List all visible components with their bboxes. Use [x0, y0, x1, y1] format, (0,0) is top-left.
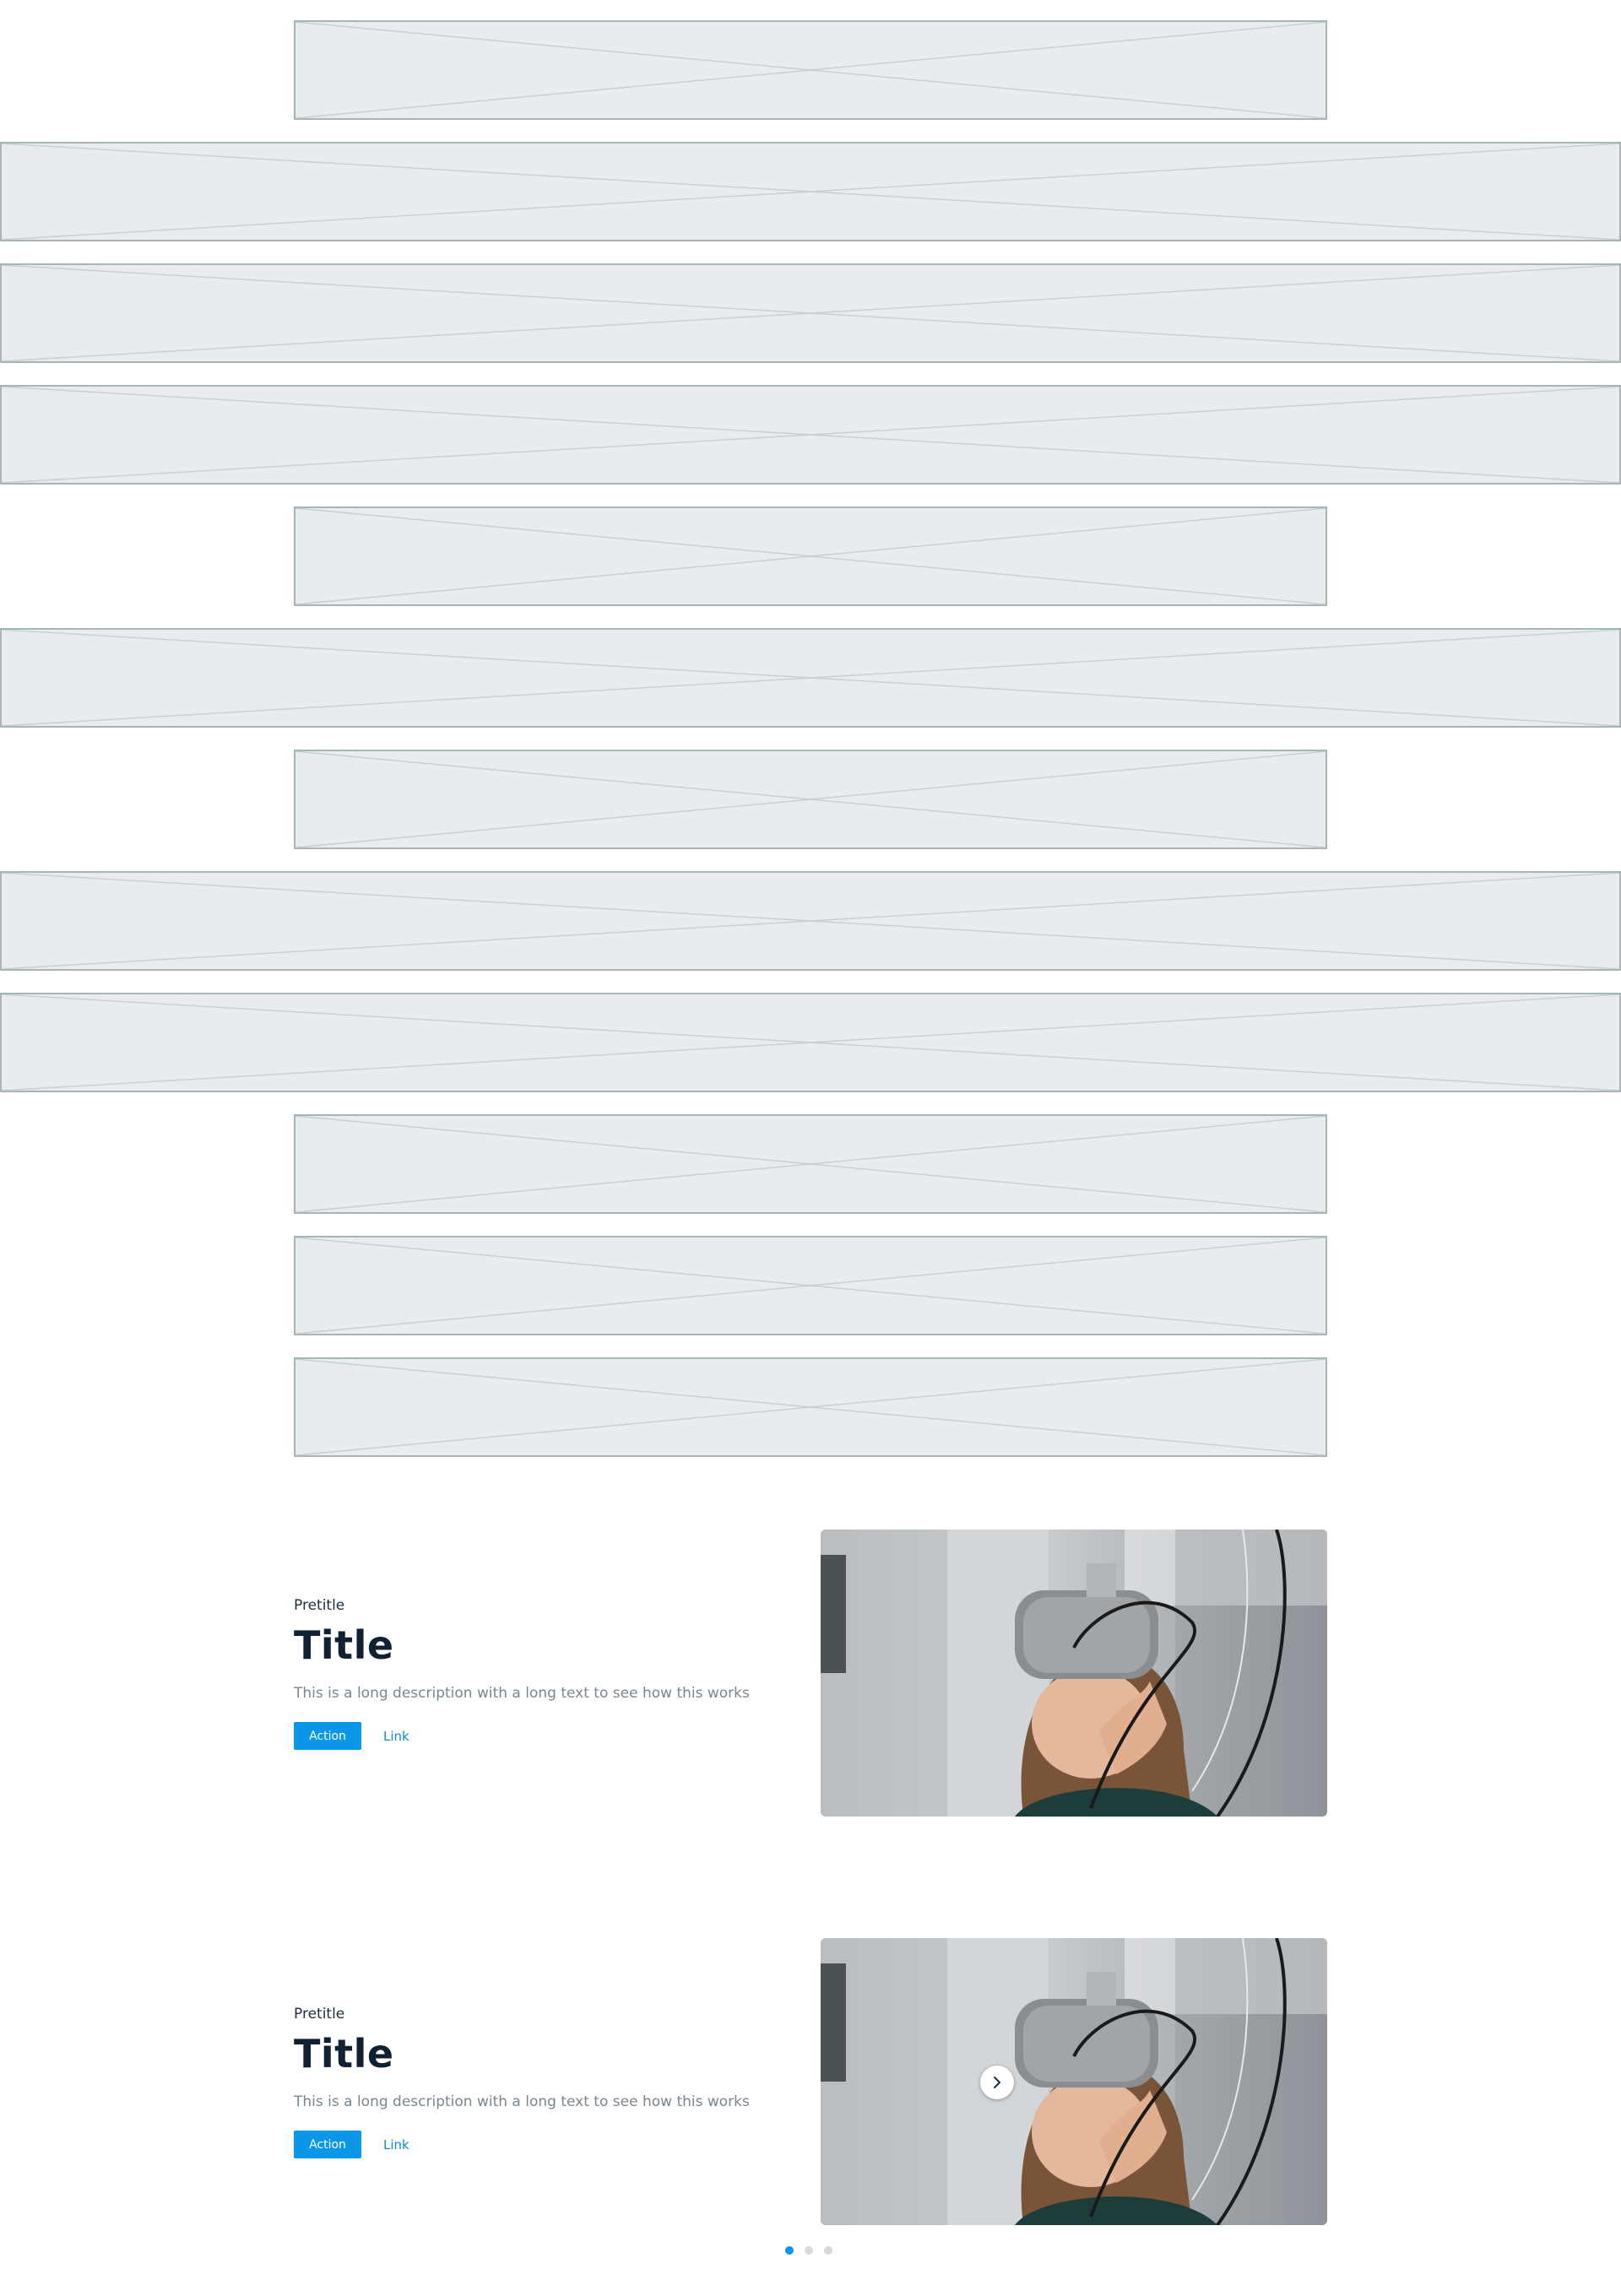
- carousel-dot-3[interactable]: [824, 2246, 832, 2255]
- feature-card: Pretitle Title This is a long descriptio…: [294, 1938, 1327, 2225]
- placeholder-cross-icon: [2, 994, 1619, 1091]
- feature-description: This is a long description with a long t…: [294, 1685, 750, 1702]
- feature-pretitle: Pretitle: [294, 1597, 345, 1614]
- vr-headset-photo-icon: [821, 1530, 1327, 1817]
- placeholder-cross-icon: [2, 144, 1619, 240]
- placeholder-cross-icon: [2, 265, 1619, 361]
- carousel-next-button[interactable]: [980, 2066, 1014, 2099]
- placeholder-image: [294, 750, 1327, 849]
- placeholder-cross-icon: [2, 873, 1619, 969]
- placeholder-image: [0, 142, 1621, 241]
- placeholder-cross-icon: [295, 1359, 1326, 1455]
- placeholder-cross-icon: [2, 630, 1619, 726]
- feature-link[interactable]: Link: [383, 2137, 409, 2152]
- carousel-pagination: [785, 2246, 832, 2256]
- placeholder-image: [294, 1357, 1327, 1457]
- placeholder-image: [0, 385, 1621, 485]
- placeholder-cross-icon: [295, 751, 1326, 847]
- action-button[interactable]: Action: [294, 2131, 361, 2158]
- feature-title: Title: [294, 1622, 394, 1668]
- placeholder-image: [0, 993, 1621, 1092]
- placeholder-cross-icon: [295, 22, 1326, 118]
- placeholder-image: [294, 506, 1327, 606]
- feature-text: Pretitle Title This is a long descriptio…: [294, 1530, 800, 1817]
- placeholder-cross-icon: [295, 1116, 1326, 1212]
- placeholder-image: [294, 1114, 1327, 1214]
- feature-pretitle: Pretitle: [294, 2006, 345, 2023]
- feature-card: Pretitle Title This is a long descriptio…: [294, 1530, 1327, 1817]
- placeholder-image: [0, 263, 1621, 363]
- placeholder-image: [294, 1236, 1327, 1335]
- vr-headset-photo-icon: [821, 1938, 1327, 2225]
- action-button[interactable]: Action: [294, 1722, 361, 1750]
- placeholder-cross-icon: [2, 387, 1619, 483]
- placeholder-cross-icon: [295, 508, 1326, 604]
- chevron-right-icon: [994, 2077, 1000, 2088]
- carousel-dot-1[interactable]: [785, 2246, 794, 2255]
- placeholder-cross-icon: [295, 1237, 1326, 1334]
- placeholder-image: [294, 20, 1327, 120]
- carousel-dot-2[interactable]: [805, 2246, 813, 2255]
- placeholder-image: [0, 628, 1621, 728]
- feature-photo: [821, 1530, 1327, 1817]
- feature-text: Pretitle Title This is a long descriptio…: [294, 1938, 800, 2225]
- feature-link[interactable]: Link: [383, 1729, 409, 1744]
- feature-photo: [821, 1938, 1327, 2225]
- placeholder-image: [0, 871, 1621, 971]
- feature-title: Title: [294, 2031, 394, 2077]
- feature-description: This is a long description with a long t…: [294, 2093, 750, 2110]
